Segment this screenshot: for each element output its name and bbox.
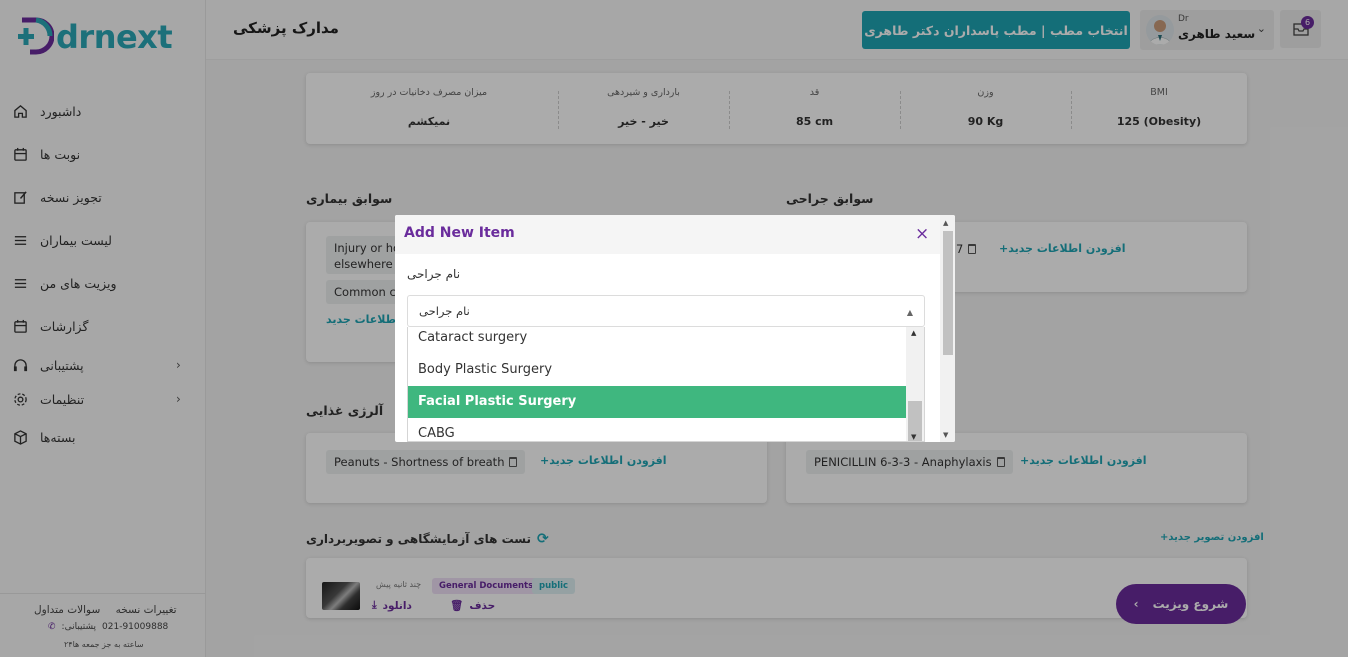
- scroll-down-icon[interactable]: ▼: [943, 431, 948, 439]
- dropdown-option[interactable]: CABG: [408, 418, 907, 441]
- modal-title: Add New Item: [404, 225, 515, 241]
- surgery-dropdown-list: Cataract surgery Body Plastic Surgery Fa…: [407, 327, 925, 442]
- scrollbar-thumb[interactable]: [943, 231, 953, 355]
- close-icon[interactable]: ×: [915, 224, 929, 244]
- select-value: نام جراحی: [419, 304, 470, 318]
- app-root: drnext داشبورد نوبت ها تجویز نسخه لیست ب…: [0, 0, 1348, 657]
- modal-header: Add New Item ×: [395, 215, 940, 254]
- dropdown-option[interactable]: Body Plastic Surgery: [408, 354, 907, 386]
- modal-scrollbar[interactable]: ▲ ▼: [940, 215, 955, 442]
- scroll-up-icon[interactable]: ▲: [911, 329, 916, 337]
- add-item-modal: Add New Item × ▲ ▼ نام جراحی نام جراحی ▲…: [395, 215, 955, 442]
- scroll-down-icon[interactable]: ▼: [911, 433, 916, 441]
- caret-up-icon: ▲: [906, 308, 913, 317]
- surgery-name-select[interactable]: نام جراحی ▲: [407, 295, 925, 327]
- scroll-up-icon[interactable]: ▲: [943, 219, 948, 227]
- dropdown-option[interactable]: Cataract surgery: [408, 327, 907, 354]
- dropdown-option-selected[interactable]: Facial Plastic Surgery: [408, 386, 907, 418]
- surgery-name-label: نام جراحی: [407, 267, 461, 281]
- dropdown-scrollbar[interactable]: ▲ ▼: [906, 327, 924, 441]
